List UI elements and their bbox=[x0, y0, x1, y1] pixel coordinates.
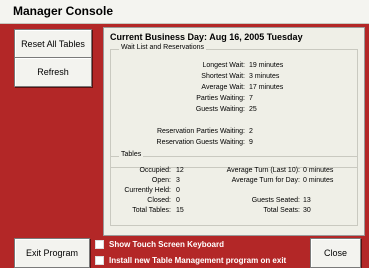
show-keyboard-option[interactable]: Show Touch Screen Keyboard bbox=[95, 239, 224, 250]
wait-list-group: Wait List and Reservations Longest Wait:… bbox=[110, 44, 358, 168]
tables-group-label: Tables bbox=[119, 151, 144, 158]
reset-all-tables-button[interactable]: Reset All Tables bbox=[14, 29, 92, 59]
avg-turn-day-value: 0 minutes bbox=[303, 177, 334, 184]
guests-seated-label: Guests Seated: bbox=[251, 197, 300, 204]
total-seats-label: Total Seats: bbox=[263, 207, 300, 214]
currently-held-label: Currently Held: bbox=[124, 187, 171, 194]
avg-turn-day-label: Average Turn for Day: bbox=[231, 177, 300, 184]
average-wait-label: Average Wait: bbox=[201, 84, 245, 91]
refresh-button[interactable]: Refresh bbox=[14, 57, 92, 87]
longest-wait-value: 19 minutes bbox=[249, 62, 284, 69]
reservation-guests-label: Reservation Guests Waiting: bbox=[156, 139, 245, 146]
avg-turn-last10-label: Average Turn (Last 10): bbox=[226, 167, 300, 174]
reservation-parties-label: Reservation Parties Waiting: bbox=[156, 128, 245, 135]
tables-group: Tables Occupied: 12 Open: 3 Currently He… bbox=[110, 151, 358, 226]
guests-waiting-label: Guests Waiting: bbox=[195, 106, 245, 113]
close-button[interactable]: Close bbox=[310, 238, 361, 268]
guests-seated-value: 13 bbox=[303, 197, 311, 204]
show-keyboard-label: Show Touch Screen Keyboard bbox=[109, 240, 224, 249]
total-tables-value: 15 bbox=[176, 207, 184, 214]
install-program-checkbox[interactable] bbox=[95, 256, 104, 265]
install-program-option[interactable]: Install new Table Management program on … bbox=[95, 255, 286, 266]
avg-turn-last10-value: 0 minutes bbox=[303, 167, 334, 174]
total-tables-label: Total Tables: bbox=[132, 207, 171, 214]
closed-value: 0 bbox=[176, 197, 180, 204]
occupied-value: 12 bbox=[176, 167, 184, 174]
parties-waiting-value: 7 bbox=[249, 95, 253, 102]
show-keyboard-checkbox[interactable] bbox=[95, 240, 104, 249]
window-title: Manager Console bbox=[13, 4, 114, 18]
occupied-label: Occupied: bbox=[139, 167, 171, 174]
longest-wait-label: Longest Wait: bbox=[202, 62, 245, 69]
install-program-label: Install new Table Management program on … bbox=[109, 256, 287, 265]
shortest-wait-label: Shortest Wait: bbox=[201, 73, 245, 80]
reservation-guests-value: 9 bbox=[249, 139, 253, 146]
closed-label: Closed: bbox=[147, 197, 171, 204]
average-wait-value: 17 minutes bbox=[249, 84, 284, 91]
wait-list-group-label: Wait List and Reservations bbox=[119, 44, 206, 51]
business-day-heading: Current Business Day: Aug 16, 2005 Tuesd… bbox=[110, 32, 303, 42]
open-value: 3 bbox=[176, 177, 180, 184]
guests-waiting-value: 25 bbox=[249, 106, 257, 113]
reservation-parties-value: 2 bbox=[249, 128, 253, 135]
open-label: Open: bbox=[151, 177, 171, 184]
currently-held-value: 0 bbox=[176, 187, 180, 194]
exit-program-button[interactable]: Exit Program bbox=[14, 238, 90, 268]
total-seats-value: 30 bbox=[303, 207, 311, 214]
console-panel: Current Business Day: Aug 16, 2005 Tuesd… bbox=[103, 27, 365, 236]
shortest-wait-value: 3 minutes bbox=[249, 73, 280, 80]
parties-waiting-label: Parties Waiting: bbox=[196, 95, 245, 102]
title-bar: Manager Console bbox=[0, 0, 369, 24]
